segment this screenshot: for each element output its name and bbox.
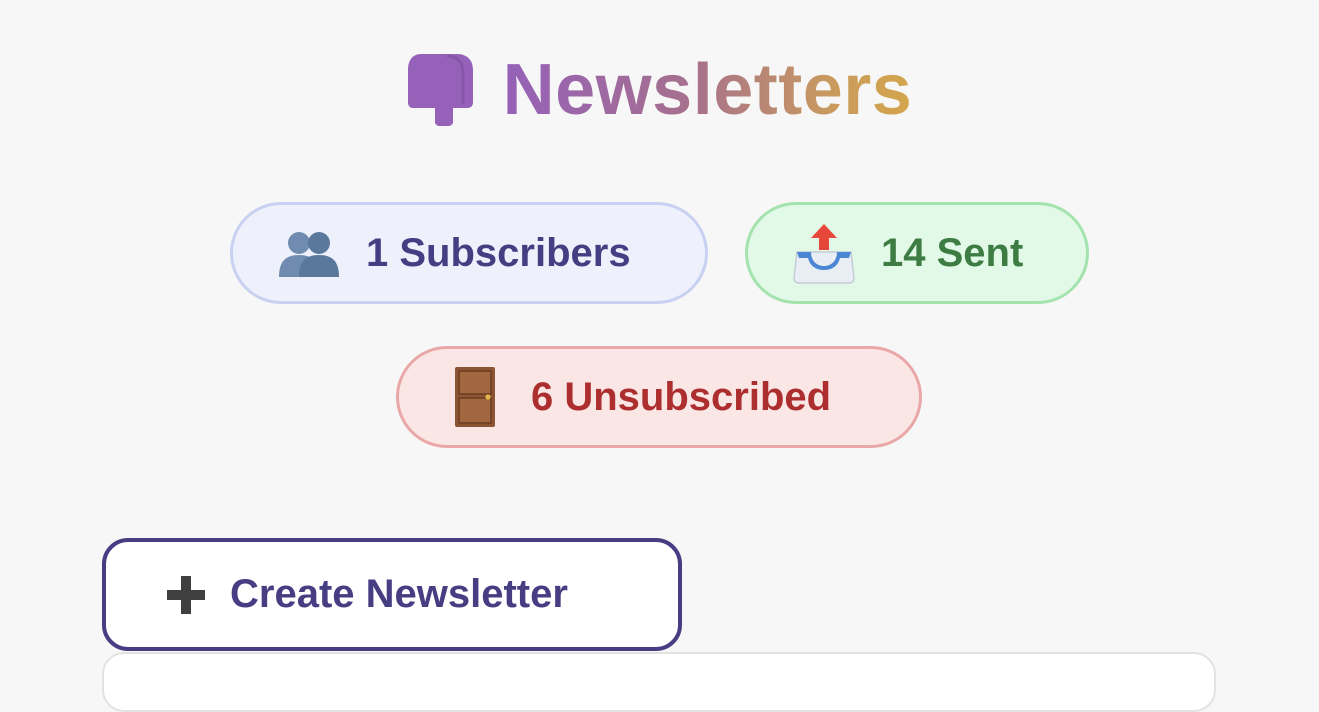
outbox-tray-icon bbox=[793, 224, 855, 284]
plus-icon bbox=[167, 575, 205, 614]
unsubscribed-stat: 6 Unsubscribed bbox=[396, 346, 922, 448]
sent-count: 14 Sent bbox=[881, 230, 1024, 275]
sent-stat: 14 Sent bbox=[745, 202, 1089, 304]
subscribers-count: 1 Subscribers bbox=[366, 230, 631, 275]
page-header: Newsletters bbox=[0, 50, 1319, 130]
people-icon bbox=[279, 232, 339, 277]
create-newsletter-button[interactable]: Create Newsletter bbox=[102, 538, 682, 651]
unsubscribed-count: 6 Unsubscribed bbox=[531, 374, 832, 419]
door-icon bbox=[455, 367, 495, 427]
page-title: Newsletters bbox=[502, 50, 913, 130]
mailbox-icon bbox=[407, 54, 473, 126]
create-newsletter-label: Create Newsletter bbox=[230, 572, 568, 616]
subscribers-stat: 1 Subscribers bbox=[230, 202, 708, 304]
newsletter-list-panel bbox=[102, 652, 1216, 712]
